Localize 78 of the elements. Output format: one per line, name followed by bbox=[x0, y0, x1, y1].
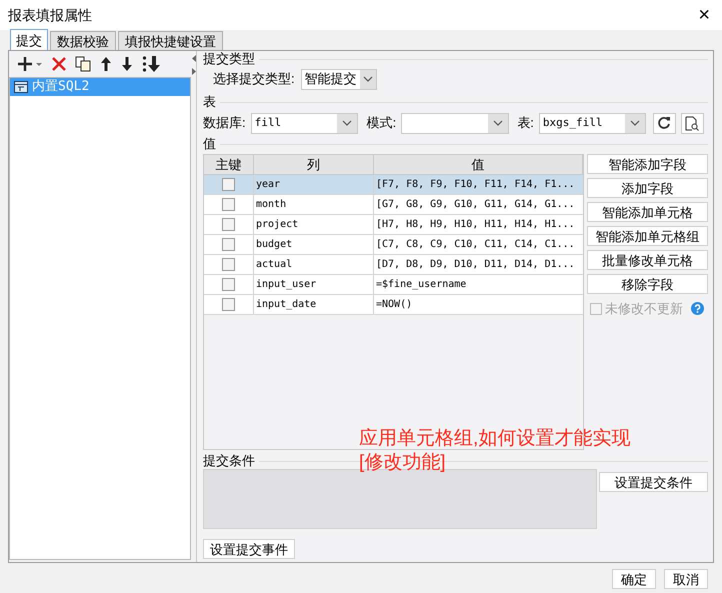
window-title: 报表填报属性 bbox=[8, 6, 92, 24]
table-cell: input_user bbox=[254, 275, 374, 294]
action-button[interactable]: 移除字段 bbox=[587, 274, 708, 294]
up-arrow-icon[interactable] bbox=[100, 56, 112, 72]
submit-type-dropdown[interactable]: 智能提交 bbox=[300, 68, 377, 90]
table-cell: month bbox=[254, 195, 374, 214]
section-title: 值 bbox=[203, 135, 216, 154]
action-button[interactable]: 智能添加字段 bbox=[587, 154, 708, 174]
table-cell-text: [F7, F8, F9, F10, F11, F14, F1... bbox=[375, 178, 576, 192]
set-condition-button[interactable]: 设置提交条件 bbox=[599, 472, 708, 492]
refresh-button[interactable] bbox=[652, 112, 676, 134]
action-button[interactable]: 添加字段 bbox=[587, 178, 708, 198]
table-row[interactable]: year [F7, F8, F9, F10, F11, F14, F1... bbox=[204, 175, 583, 195]
help-icon[interactable] bbox=[691, 302, 704, 316]
close-button[interactable]: × bbox=[698, 5, 710, 25]
checkbox[interactable] bbox=[222, 258, 235, 271]
dropdown-caret-icon[interactable] bbox=[336, 114, 357, 132]
database-dropdown[interactable]: fill bbox=[250, 112, 358, 134]
plus-icon[interactable] bbox=[17, 56, 43, 72]
checkbox-label: 未修改不更新 bbox=[605, 300, 683, 318]
dialog-button[interactable]: 取消 bbox=[664, 569, 708, 589]
table-cell-text: [D7, D8, D9, D10, D11, D14, D1... bbox=[375, 258, 576, 272]
table-cell-text: [H7, H8, H9, H10, H11, H14, H1... bbox=[375, 218, 576, 232]
field-label: 数据库: bbox=[203, 114, 246, 132]
delete-icon[interactable] bbox=[52, 57, 66, 71]
refresh-icon bbox=[657, 116, 672, 130]
table-cell: project bbox=[254, 215, 374, 234]
checkbox[interactable] bbox=[222, 178, 235, 191]
move-to-bottom-icon[interactable] bbox=[142, 55, 160, 73]
table-row[interactable]: budget [C7, C8, C9, C10, C11, C14, C1... bbox=[204, 235, 583, 255]
document-search-icon bbox=[685, 116, 700, 130]
collapse-left-icon[interactable] bbox=[192, 55, 196, 62]
section-title: 表 bbox=[203, 93, 216, 112]
table-dropdown[interactable]: bxgs_fill bbox=[538, 112, 646, 134]
tab[interactable]: 填报快捷键设置 bbox=[118, 31, 223, 50]
table-row[interactable]: input_user =$fine_username bbox=[204, 275, 583, 295]
column-header[interactable]: 列 bbox=[254, 155, 374, 174]
table-cell-text: =NOW() bbox=[375, 298, 414, 312]
action-button[interactable]: 智能添加单元格 bbox=[587, 202, 708, 222]
table-row[interactable]: month [G7, G8, G9, G10, G11, G14, G1... bbox=[204, 195, 583, 215]
table-cell: year bbox=[254, 175, 374, 194]
checkbox[interactable] bbox=[222, 278, 235, 291]
annotation-text: [修改功能] bbox=[359, 451, 447, 475]
column-header[interactable]: 值 bbox=[374, 155, 583, 174]
table-row[interactable]: actual [D7, D8, D9, D10, D11, D14, D1... bbox=[204, 255, 583, 275]
checkbox[interactable] bbox=[222, 298, 235, 311]
checkbox[interactable] bbox=[222, 198, 235, 211]
sql-table-icon bbox=[14, 81, 28, 93]
dropdown-caret-icon[interactable] bbox=[360, 70, 376, 88]
checkbox[interactable] bbox=[222, 238, 235, 251]
preview-button[interactable] bbox=[680, 112, 704, 134]
field-label: 模式: bbox=[366, 114, 396, 132]
checkbox[interactable] bbox=[222, 218, 235, 231]
table-row[interactable]: input_date =NOW() bbox=[204, 295, 583, 315]
section-title: 提交条件 bbox=[203, 452, 255, 470]
dropdown-caret-icon[interactable] bbox=[624, 114, 645, 132]
annotation-text: 应用单元格组,如何设置才能实现 bbox=[359, 427, 630, 451]
set-event-button[interactable]: 设置提交事件 bbox=[203, 539, 295, 559]
tab[interactable]: 数据校验 bbox=[50, 31, 116, 50]
copy-icon[interactable] bbox=[75, 56, 91, 72]
table-cell: budget bbox=[254, 235, 374, 254]
tab[interactable]: 提交 bbox=[10, 29, 48, 50]
expand-right-icon[interactable] bbox=[192, 68, 196, 75]
table-cell: actual bbox=[254, 255, 374, 274]
table-cell-text: =$fine_username bbox=[375, 278, 468, 292]
table-cell: input_date bbox=[254, 295, 374, 314]
action-button[interactable]: 批量修改单元格 bbox=[587, 250, 708, 270]
table-cell-text: [G7, G8, G9, G10, G11, G14, G1... bbox=[375, 198, 576, 212]
field-label: 选择提交类型: bbox=[213, 70, 295, 88]
section-title: 提交类型 bbox=[203, 50, 255, 68]
table-row[interactable]: project [H7, H8, H9, H10, H11, H14, H1... bbox=[204, 215, 583, 235]
column-header[interactable]: 主键 bbox=[204, 155, 254, 174]
field-label: 表: bbox=[517, 114, 534, 132]
action-button[interactable]: 智能添加单元格组 bbox=[587, 226, 708, 246]
dropdown-caret-icon[interactable] bbox=[488, 114, 508, 132]
table-cell-text: [C7, C8, C9, C10, C11, C14, C1... bbox=[375, 238, 576, 252]
down-arrow-icon[interactable] bbox=[121, 56, 133, 72]
dialog-button[interactable]: 确定 bbox=[612, 569, 656, 589]
